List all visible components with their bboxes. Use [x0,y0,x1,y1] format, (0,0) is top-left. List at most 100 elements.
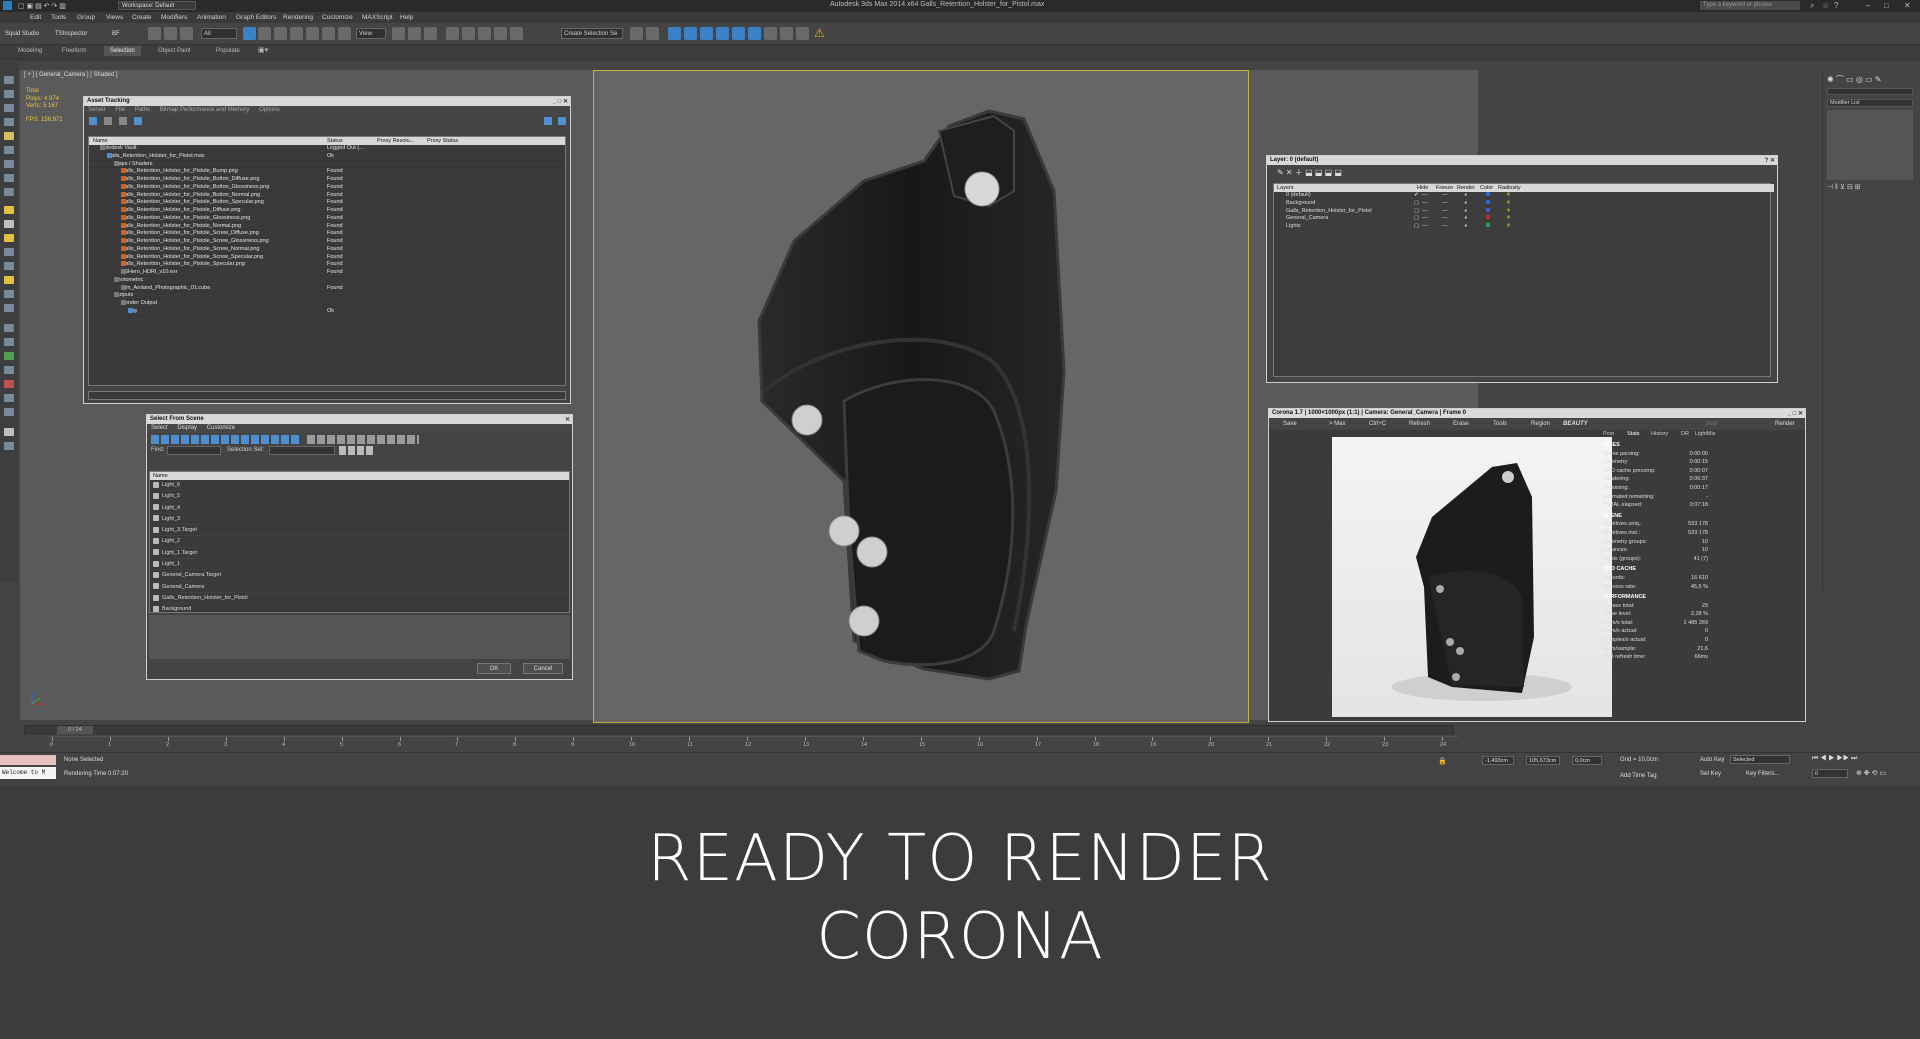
scale-icon[interactable] [338,27,351,40]
menu-group[interactable]: Group [77,14,95,21]
freeze-toggle-icon[interactable]: — [1442,208,1448,216]
tool-icon[interactable] [4,442,14,450]
copy-button[interactable]: Ctrl+C [1369,421,1386,427]
table-row[interactable]: Autodesk Vault Logged Out (... [89,145,565,153]
freeze-toggle-icon[interactable]: — [1442,200,1448,208]
refresh-icon[interactable] [89,117,97,125]
list-item[interactable]: Background [150,604,569,616]
active-layer-icon[interactable]: ▢ [1414,223,1419,231]
align-icon[interactable] [646,27,659,40]
render-toggle-icon[interactable]: ◕ [1464,208,1467,216]
layer-manager-dialog[interactable]: Layer: 0 (default) ? ✕ ✎ ✕ ＋ ⬓ ⬓ ⬓ ⬓ Lay… [1266,155,1778,383]
light-icon[interactable] [4,206,14,214]
tab-post[interactable]: Post [1603,431,1614,437]
command-panel-tabs[interactable]: ✺ ⌒ ▭ ◎ ▭ ✎ [1827,74,1882,85]
workspace-dropdown[interactable]: Workspace: Default [118,1,196,10]
menu-options[interactable]: Options [259,107,280,113]
active-layer-icon[interactable]: ▢ [1414,200,1419,208]
table-row[interactable]: Outputs [89,292,565,300]
list-view-icon[interactable] [104,117,112,125]
table-row[interactable]: Galls_Retention_Holster_for_Pistole_Scre… [89,230,565,238]
curve-editor-icon[interactable] [700,27,713,40]
tool-icon[interactable] [4,262,14,270]
list-item[interactable]: Light_5 [150,491,569,503]
menu-display[interactable]: Display [177,425,197,431]
current-frame-field[interactable]: 0 [1812,769,1848,778]
tool-icon[interactable] [4,352,14,360]
table-view-icon[interactable] [134,117,142,125]
binoculars-icon[interactable]: ⌕ [1810,1,1814,11]
layer-tool-icons[interactable]: ✎ ✕ ＋ ⬓ ⬓ ⬓ ⬓ [1277,167,1342,178]
render-toggle-icon[interactable]: ◕ [1464,223,1467,231]
refresh-button[interactable]: Refresh [1409,421,1430,427]
move-icon[interactable] [306,27,319,40]
graphite-toggle-icon[interactable] [684,27,697,40]
bind-space-warp-icon[interactable] [180,27,193,40]
tab-history[interactable]: History [1651,431,1668,437]
menu-tools[interactable]: Tools [51,14,66,21]
window-crossing-icon[interactable] [290,27,303,40]
asset-tracking-title[interactable]: Asset Tracking _ □ ✕ [84,97,570,106]
help-icon[interactable] [544,117,552,125]
layer-row[interactable]: Lights ▢ — — ◕ ☀ [1274,223,1770,231]
column-layers[interactable]: Layers [1277,184,1294,192]
erase-button[interactable]: Erase [1453,421,1469,427]
hide-toggle-icon[interactable]: — [1422,200,1428,208]
keyboard-shortcut-icon[interactable] [424,27,437,40]
layer-color-swatch[interactable] [1486,207,1490,212]
list-item[interactable]: Light_1.Target [150,548,569,560]
menu-maxscript[interactable]: MAXScript [362,14,393,21]
column-proxy-status[interactable]: Proxy Status [427,137,458,145]
tool-icon[interactable] [4,276,14,284]
menu-modifiers[interactable]: Modifiers [161,14,187,21]
percent-snap-icon[interactable] [478,27,491,40]
rendered-frame-window-icon[interactable] [764,27,777,40]
menu-server[interactable]: Server [88,107,106,113]
column-status[interactable]: Status [327,137,343,145]
list-item[interactable]: Galls_Retention_Holster_for_Pistol [150,593,569,605]
freeze-toggle-icon[interactable]: — [1442,223,1448,231]
toolbar-bf[interactable]: BF [112,31,120,37]
tool-icon[interactable] [4,290,14,298]
radiosity-icon[interactable]: ☀ [1506,192,1511,200]
tab-object-paint[interactable]: Object Paint [158,48,191,54]
table-row[interactable]: Galls_Retention_Holster_for_Pistole_Norm… [89,222,565,231]
menu-rendering[interactable]: Rendering [283,14,313,21]
menu-edit[interactable]: Edit [30,14,41,21]
tool-icon[interactable] [4,338,14,346]
list-item[interactable]: General_Camera.Target [150,570,569,582]
list-item[interactable]: Light_6 [150,480,569,492]
link-icon[interactable] [148,27,161,40]
tool-icon[interactable] [4,408,14,416]
warning-icon[interactable]: ⚠ [814,26,825,40]
playback-controls-icon[interactable]: ⏮ ◀ ▶ ▶▶ ⏭ [1812,755,1857,763]
toolbar-tsinspector[interactable]: TSInspector [55,31,87,37]
track-bar[interactable]: 0 1 2 3 4 5 6 7 8 9 10 11 12 13 14 15 16 17 18 19 20 21 22 23 24 [48,736,1458,749]
tool-icon[interactable] [4,248,14,256]
menu-customize[interactable]: Customize [207,425,235,431]
layer-row[interactable]: Background ▢ — — ◕ ☀ [1274,199,1770,208]
table-row[interactable]: Kim_Amland_Photographic_01.cube Found [89,284,565,293]
tool-icon[interactable] [4,428,14,436]
rect-selection-icon[interactable] [274,27,287,40]
selection-filter-dropdown[interactable]: All [201,28,237,39]
list-item[interactable]: Light_1 [150,559,569,571]
tool-icon[interactable] [4,132,14,140]
search-input[interactable]: Type a keyword or phrase [1700,1,1800,10]
tool-icon[interactable] [4,304,14,312]
layer-manager-title[interactable]: Layer: 0 (default) ? ✕ [1267,156,1777,165]
layer-color-swatch[interactable] [1486,192,1490,196]
key-mode-dropdown[interactable]: Selected [1730,755,1790,764]
corona-frame-buffer[interactable]: Corona 1.7 | 1000×1000px (1:1) | Camera:… [1268,408,1806,722]
menu-animation[interactable]: Animation [197,14,226,21]
snaps-toggle-icon[interactable] [446,27,459,40]
modifier-list-dropdown[interactable]: Modifier List [1827,99,1913,107]
layer-row[interactable]: Galls_Retention_Holster_for_Pistol ▢ — — ◕ ☀ [1274,207,1770,216]
layer-table[interactable]: Layers Hide Freeze Render Color Radiosit… [1273,183,1774,377]
help-icon[interactable]: ? [1834,1,1838,10]
pivot-center-icon[interactable] [392,27,405,40]
freeze-toggle-icon[interactable]: — [1442,192,1448,200]
menu-bitmap-performance[interactable]: Bitmap Performance and Memory [160,107,250,113]
z-coordinate-field[interactable]: 0,0cm [1572,756,1602,765]
table-row[interactable]: Galls_Retention_Holster_for_Pistole_Bump… [89,168,565,176]
